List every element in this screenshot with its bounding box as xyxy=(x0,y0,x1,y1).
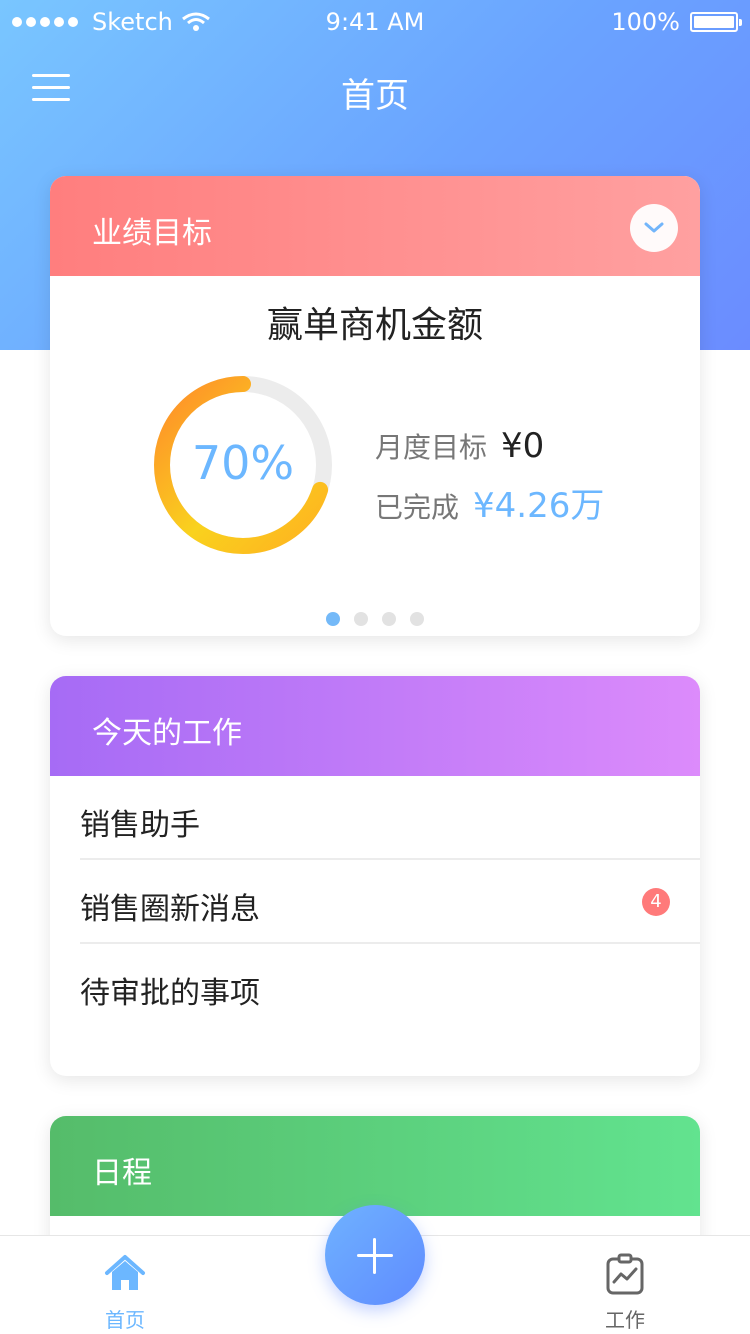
battery-icon xyxy=(690,12,742,32)
tab-work-label: 工作 xyxy=(605,1308,645,1332)
list-item[interactable]: 销售助手 xyxy=(80,776,700,860)
goal-card-header: 业绩目标 xyxy=(50,176,700,276)
battery-percent: 100% xyxy=(611,8,680,36)
navigation-bar: 首页 xyxy=(0,44,750,132)
completed-value: ¥4.26万 xyxy=(473,486,605,526)
list-item[interactable]: 销售圈新消息 4 xyxy=(80,860,700,944)
home-icon xyxy=(105,1255,145,1290)
tab-home-label: 首页 xyxy=(105,1308,145,1332)
today-work-card: 今天的工作 销售助手 销售圈新消息 4 待审批的事项 xyxy=(50,676,700,1076)
unread-badge: 4 xyxy=(642,888,670,916)
list-item[interactable]: 待审批的事项 xyxy=(80,944,700,1028)
plus-icon[interactable] xyxy=(325,1205,425,1305)
tab-work[interactable]: 工作 xyxy=(565,1236,685,1334)
list-item-label: 销售助手 xyxy=(80,808,200,843)
chevron-down-icon[interactable] xyxy=(630,204,678,252)
goal-metric-title: 赢单商机金额 xyxy=(266,305,483,346)
work-card-header: 今天的工作 xyxy=(50,676,700,776)
monthly-target-label: 月度目标 xyxy=(375,431,488,464)
completed-label: 已完成 xyxy=(375,491,460,524)
page-dot[interactable] xyxy=(326,612,340,626)
performance-goal-card: 业绩目标 赢单商机金额 70% 月度目标 ¥0 已完成 ¥4.26万 xyxy=(50,176,700,636)
page-dot[interactable] xyxy=(382,612,396,626)
schedule-card-header: 日程 xyxy=(50,1116,700,1216)
status-bar: Sketch 9:41 AM 100% xyxy=(0,0,750,44)
work-list: 销售助手 销售圈新消息 4 待审批的事项 xyxy=(50,776,700,1028)
monthly-target: 月度目标 ¥0 xyxy=(375,426,544,466)
work-card-title: 今天的工作 xyxy=(92,716,242,751)
battery-group: 100% xyxy=(611,8,742,36)
page-dot[interactable] xyxy=(410,612,424,626)
goal-card-title: 业绩目标 xyxy=(92,216,212,251)
list-item-label: 待审批的事项 xyxy=(80,976,260,1011)
clipboard-chart-icon xyxy=(606,1253,644,1295)
page-dot[interactable] xyxy=(354,612,368,626)
page-title: 首页 xyxy=(341,76,409,116)
list-item-label: 销售圈新消息 xyxy=(80,892,260,927)
page-indicator[interactable] xyxy=(50,612,700,626)
completed-amount: 已完成 ¥4.26万 xyxy=(375,478,604,527)
tab-home[interactable]: 首页 xyxy=(65,1236,185,1334)
monthly-target-value: ¥0 xyxy=(501,426,545,466)
schedule-card-title: 日程 xyxy=(92,1156,152,1191)
progress-percent: 70% xyxy=(191,436,295,490)
